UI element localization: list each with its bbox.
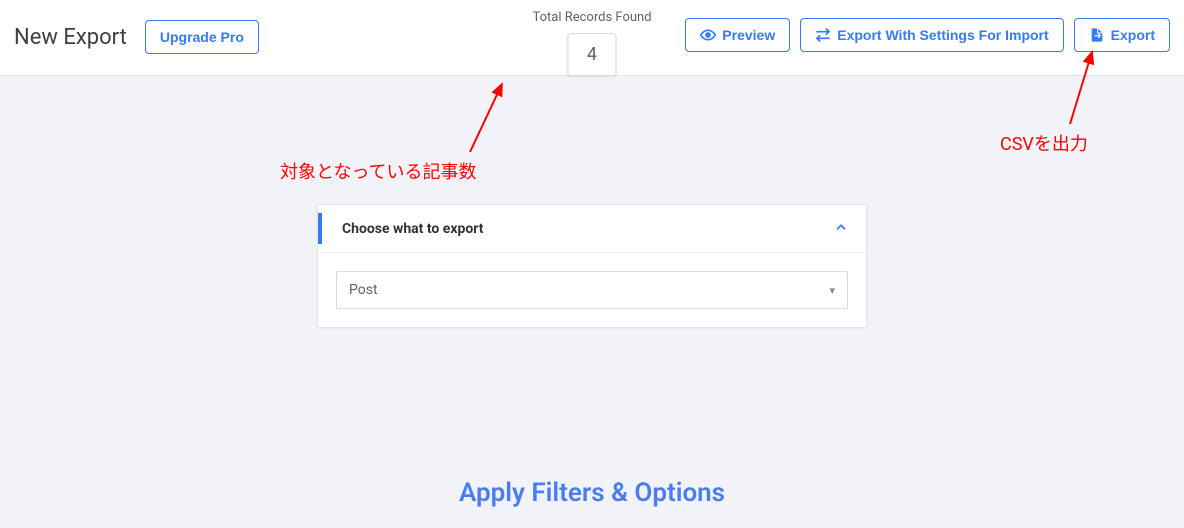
file-export-icon xyxy=(1089,27,1105,43)
topbar: New Export Upgrade Pro Total Records Fou… xyxy=(0,0,1184,76)
swap-icon xyxy=(815,27,831,43)
card-header[interactable]: Choose what to export xyxy=(318,205,866,253)
annotation-records-text: 対象となっている記事数 xyxy=(280,158,477,184)
page-title: New Export xyxy=(14,25,127,50)
preview-label: Preview xyxy=(722,27,775,43)
export-with-settings-label: Export With Settings For Import xyxy=(837,27,1048,43)
caret-down-icon: ▾ xyxy=(829,284,835,297)
card-title: Choose what to export xyxy=(336,221,483,237)
filters-heading[interactable]: Apply Filters & Options xyxy=(0,478,1184,508)
eye-icon xyxy=(700,27,716,43)
records-found: Total Records Found 4 xyxy=(532,10,651,76)
choose-export-card: Choose what to export Post ▾ xyxy=(317,204,867,328)
post-type-select[interactable]: Post ▾ xyxy=(336,271,848,309)
export-label: Export xyxy=(1111,27,1155,43)
topbar-right: Preview Export With Settings For Import xyxy=(685,10,1170,52)
upgrade-pro-button[interactable]: Upgrade Pro xyxy=(145,20,259,54)
topbar-left: New Export Upgrade Pro xyxy=(14,10,259,54)
export-button[interactable]: Export xyxy=(1074,18,1170,52)
annotation-export-text: CSVを出力 xyxy=(1000,130,1088,156)
records-count: 4 xyxy=(568,33,616,76)
card-body: Post ▾ xyxy=(318,253,866,327)
upgrade-pro-label: Upgrade Pro xyxy=(160,29,244,45)
post-type-selected: Post xyxy=(349,282,378,298)
export-with-settings-button[interactable]: Export With Settings For Import xyxy=(800,18,1063,52)
preview-button[interactable]: Preview xyxy=(685,18,790,52)
records-found-label: Total Records Found xyxy=(532,10,651,25)
chevron-up-icon xyxy=(834,219,848,238)
